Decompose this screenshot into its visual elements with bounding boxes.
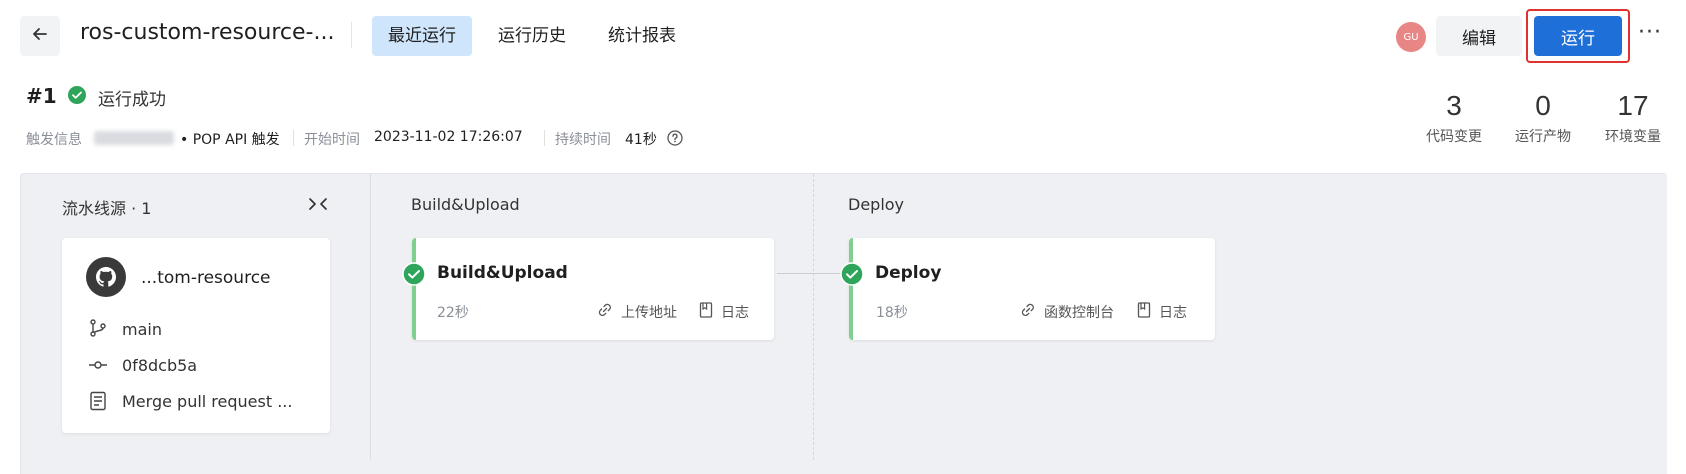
edit-button[interactable]: 编辑 — [1436, 16, 1522, 56]
success-check-icon — [68, 86, 86, 108]
run-number: #1 — [26, 84, 57, 108]
github-icon — [86, 257, 126, 297]
source-commit-message: Merge pull request ... — [122, 392, 293, 411]
meta-divider — [293, 130, 294, 146]
avatar[interactable]: GU — [1396, 22, 1426, 52]
source-commit[interactable]: 0f8dcb5a — [122, 356, 197, 375]
stage-label-deploy: Deploy — [848, 195, 905, 214]
trigger-value: • POP API 触发 — [180, 132, 280, 148]
job-duration: 22秒 — [437, 305, 469, 321]
blurred-user — [94, 131, 174, 145]
document-icon — [89, 391, 107, 415]
run-status: 运行成功 — [98, 90, 166, 110]
log-icon — [1137, 302, 1151, 322]
job-title-deploy: Deploy — [875, 263, 942, 283]
tab-statistics[interactable]: 统计报表 — [592, 16, 692, 56]
source-branch: main — [122, 320, 162, 339]
branch-icon — [88, 318, 108, 342]
job-duration: 18秒 — [876, 305, 908, 321]
job-card-deploy[interactable] — [849, 238, 1215, 340]
log-link[interactable]: 日志 — [1159, 302, 1187, 322]
source-repo-name: ...tom-resource — [141, 268, 271, 288]
more-menu-button[interactable]: ··· — [1638, 20, 1662, 45]
duration-label: 持续时间 — [555, 132, 611, 148]
tab-run-history[interactable]: 运行历史 — [482, 16, 582, 56]
column-divider — [370, 174, 371, 460]
log-icon — [699, 302, 713, 322]
source-header: 流水线源 · 1 — [62, 199, 152, 218]
collapse-icon[interactable] — [307, 195, 329, 217]
stat-env-vars-label: 环境变量 — [1605, 129, 1661, 145]
function-console-link[interactable]: 函数控制台 — [1044, 302, 1114, 322]
job-success-icon — [840, 262, 864, 290]
stat-code-changes-label: 代码变更 — [1426, 129, 1482, 145]
log-link[interactable]: 日志 — [721, 302, 749, 322]
link-icon — [597, 302, 613, 322]
title-divider — [351, 22, 352, 48]
link-icon — [1020, 302, 1036, 322]
job-title-build-upload: Build&Upload — [437, 263, 568, 283]
stat-code-changes-value[interactable]: 3 — [1414, 90, 1494, 122]
help-icon[interactable] — [667, 130, 683, 150]
trigger-label: 触发信息 — [26, 132, 82, 148]
job-card-build-upload[interactable] — [412, 238, 774, 340]
stage-divider — [813, 174, 814, 460]
run-button[interactable]: 运行 — [1534, 16, 1622, 56]
stat-artifacts-label: 运行产物 — [1515, 129, 1571, 145]
back-button[interactable] — [20, 16, 60, 56]
job-success-icon — [402, 262, 426, 290]
stage-label-build-upload: Build&Upload — [411, 195, 520, 214]
stat-env-vars-value[interactable]: 17 — [1593, 90, 1673, 122]
start-time-value: 2023-11-02 17:26:07 — [374, 129, 523, 145]
arrow-left-icon — [30, 24, 50, 48]
stat-artifacts-value[interactable]: 0 — [1503, 90, 1583, 122]
tab-latest-run[interactable]: 最近运行 — [372, 16, 472, 56]
pipeline-title: ros-custom-resource-... — [80, 20, 335, 45]
start-time-label: 开始时间 — [304, 132, 360, 148]
commit-icon — [88, 355, 108, 379]
duration-value: 41秒 — [625, 132, 657, 148]
upload-address-link[interactable]: 上传地址 — [621, 302, 677, 322]
meta-divider — [544, 130, 545, 146]
